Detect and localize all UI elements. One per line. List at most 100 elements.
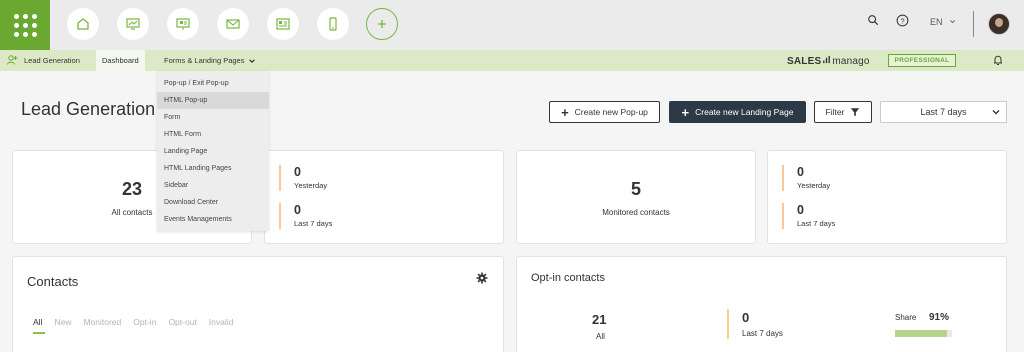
plus-icon (378, 20, 386, 28)
monitor-chart-icon (126, 18, 140, 30)
yesterday-label: Yesterday (797, 181, 831, 190)
contact-card-icon (276, 18, 290, 30)
monitored-contacts-card: 5 Monitored contacts (516, 150, 756, 244)
accent-bar (279, 165, 281, 191)
menu-item-events-managements[interactable]: Events Managements (157, 211, 269, 228)
accent-bar (782, 165, 784, 191)
tab-dashboard-label: Dashboard (102, 56, 139, 65)
menu-item-popup-exit-popup[interactable]: Pop-up / Exit Pop-up (157, 75, 269, 92)
mobile-icon (329, 17, 337, 31)
page-title: Lead Generation (21, 99, 156, 119)
opt-in-week-label: Last 7 days (742, 329, 783, 338)
analytics-button[interactable] (117, 8, 149, 40)
date-range-label: Last 7 days (920, 107, 967, 117)
module-link-lead-generation[interactable]: Lead Generation (6, 54, 80, 66)
presentation-icon (176, 18, 190, 30)
filter-icon (851, 108, 860, 117)
menu-item-html-landing-pages[interactable]: HTML Landing Pages (157, 160, 269, 177)
contacts-tabs: All New Monitored Opt-in Opt-out Invalid (33, 317, 234, 334)
search-button[interactable] (866, 13, 880, 27)
contacts-button[interactable] (267, 8, 299, 40)
help-icon: ? (896, 14, 908, 26)
tab-forms-landing-pages[interactable]: Forms & Landing Pages (158, 50, 262, 71)
share-progress-bar (895, 330, 952, 337)
opt-in-all-label: All (596, 332, 605, 341)
opt-in-week-value: 0 (742, 310, 750, 325)
tab-forms-label: Forms & Landing Pages (164, 56, 245, 65)
home-button[interactable] (67, 8, 99, 40)
help-button[interactable]: ? (895, 13, 909, 27)
home-icon (77, 18, 89, 30)
plus-icon: + (681, 104, 690, 120)
language-label: EN (930, 17, 943, 27)
tab-monitored[interactable]: Monitored (83, 317, 121, 327)
plan-badge: PROFESSIONAL (888, 54, 956, 67)
monitored-label: Monitored contacts (602, 208, 670, 217)
mobile-button[interactable] (317, 8, 349, 40)
opt-in-contacts-card: Opt-in contacts 21 All 0 Last 7 days Sha… (516, 256, 1007, 352)
yesterday-label: Yesterday (294, 181, 328, 190)
tab-all[interactable]: All (33, 317, 46, 334)
week-label: Last 7 days (294, 219, 333, 228)
avatar[interactable] (988, 13, 1010, 35)
menu-item-html-popup[interactable]: HTML Pop-up (157, 92, 269, 109)
menu-item-form[interactable]: Form (157, 109, 269, 126)
menu-item-landing-page[interactable]: Landing Page (157, 143, 269, 160)
yesterday-stat: 0 Yesterday (279, 165, 328, 191)
mail-icon (226, 19, 240, 29)
svg-text:?: ? (900, 16, 904, 25)
chevron-down-icon (992, 110, 1000, 115)
accent-bar (279, 203, 281, 229)
contacts-title: Contacts (27, 274, 79, 289)
grid-icon (13, 13, 37, 37)
tab-opt-in[interactable]: Opt-in (133, 317, 156, 327)
language-selector[interactable]: EN (930, 17, 956, 27)
search-icon (868, 15, 879, 26)
forms-landing-pages-menu: Pop-up / Exit Pop-up HTML Pop-up Form HT… (157, 71, 269, 231)
tab-new[interactable]: New (54, 317, 71, 327)
share-label: Share (895, 313, 917, 322)
apps-menu-button[interactable] (0, 0, 50, 50)
last-7-days-stat: 0 Last 7 days (279, 203, 333, 229)
add-user-icon (7, 55, 18, 65)
yesterday-value: 0 (797, 165, 804, 179)
tab-opt-out[interactable]: Opt-out (168, 317, 196, 327)
chevron-down-icon (950, 20, 955, 24)
last-7-days-stat: 0 Last 7 days (782, 203, 836, 229)
presentation-button[interactable] (167, 8, 199, 40)
module-label: Lead Generation (24, 55, 80, 65)
brand-logo: SALES manago (787, 55, 870, 67)
share-progress-fill (895, 330, 947, 337)
menu-item-html-form[interactable]: HTML Form (157, 126, 269, 143)
tab-dashboard[interactable]: Dashboard (96, 50, 145, 71)
week-value: 0 (797, 203, 804, 217)
week-label: Last 7 days (797, 219, 836, 228)
plus-icon: + (561, 104, 569, 120)
create-popup-label: Create new Pop-up (574, 107, 648, 117)
contacts-card: Contacts All New Monitored Opt-in Opt-ou… (12, 256, 504, 352)
week-value: 0 (294, 203, 301, 217)
module-bar: Lead Generation Dashboard Forms & Landin… (0, 50, 1024, 71)
accent-bar (727, 309, 729, 339)
yesterday-stat: 0 Yesterday (782, 165, 831, 191)
create-popup-button[interactable]: + Create new Pop-up (549, 101, 660, 123)
accent-bar (782, 203, 784, 229)
menu-item-sidebar[interactable]: Sidebar (157, 177, 269, 194)
opt-in-title: Opt-in contacts (531, 272, 605, 284)
tab-invalid[interactable]: Invalid (209, 317, 234, 327)
gear-icon[interactable] (476, 272, 488, 284)
logo-bars-icon (823, 55, 831, 64)
email-button[interactable] (217, 8, 249, 40)
date-range-select[interactable]: Last 7 days (880, 101, 1007, 123)
add-button[interactable] (366, 8, 398, 40)
divider (973, 11, 974, 37)
yesterday-value: 0 (294, 165, 301, 179)
create-landing-label: Create new Landing Page (695, 107, 794, 117)
chevron-down-icon (249, 58, 256, 63)
bell-icon[interactable] (992, 54, 1004, 66)
menu-item-download-center[interactable]: Download Center (157, 194, 269, 211)
filter-button[interactable]: Filter (814, 101, 872, 123)
opt-in-all-value: 21 (592, 312, 607, 327)
create-landing-page-button[interactable]: + Create new Landing Page (669, 101, 806, 123)
all-contacts-detail-card: 0 Yesterday 0 Last 7 days (264, 150, 504, 244)
